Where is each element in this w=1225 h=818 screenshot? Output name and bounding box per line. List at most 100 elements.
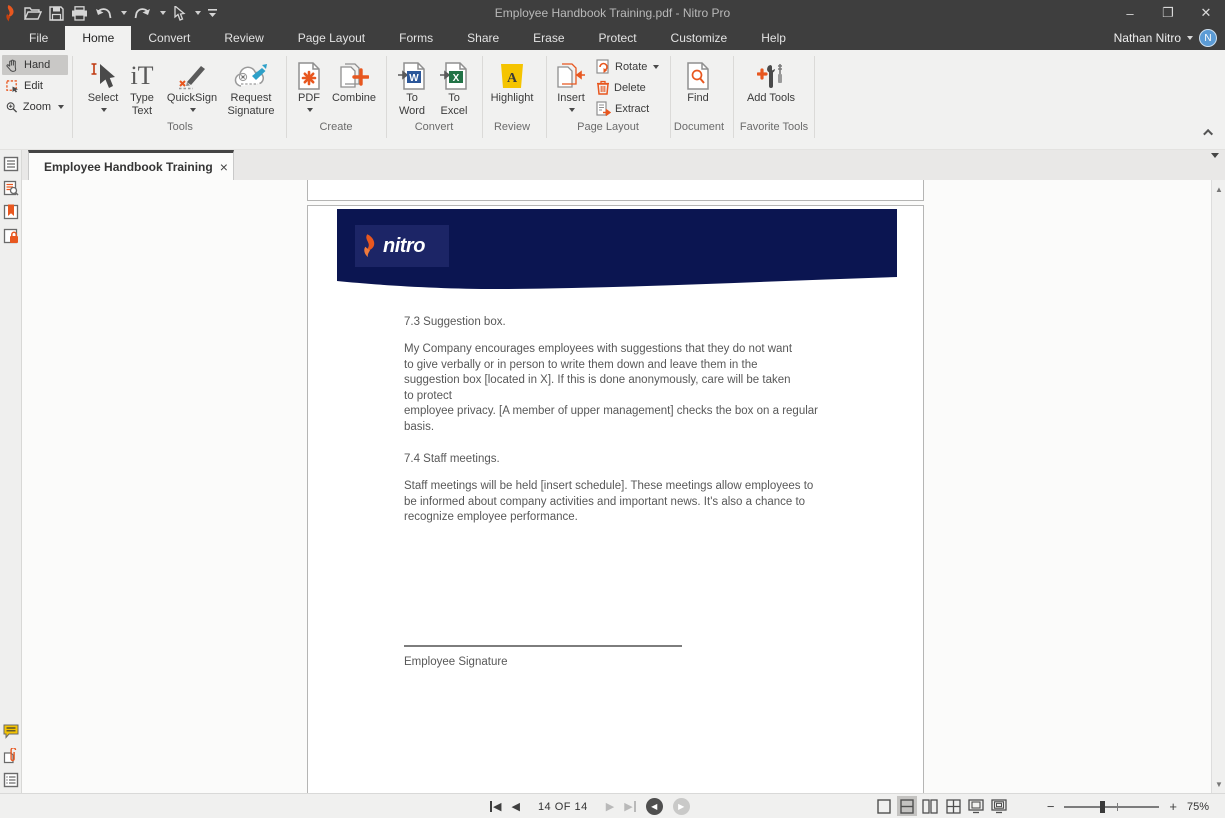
extract-button[interactable]: Extract	[596, 98, 659, 119]
favorite-tools-group-label: Favorite Tools	[736, 121, 812, 136]
delete-label: Delete	[614, 82, 646, 94]
chevron-up-icon	[1203, 128, 1213, 138]
page-indicator[interactable]: 14 OF 14	[538, 801, 588, 813]
insert-button[interactable]: Insert	[552, 56, 590, 112]
hand-tool-label: Hand	[24, 59, 50, 71]
add-tools-button[interactable]: Add Tools	[744, 56, 798, 105]
menu-tab-page-layout[interactable]: Page Layout	[281, 26, 382, 50]
quicksign-icon	[177, 56, 207, 90]
next-page-button[interactable]: ▶	[606, 800, 614, 813]
page-13-bottom-edge	[307, 180, 924, 201]
collapse-ribbon-button[interactable]	[1201, 126, 1217, 138]
find-icon	[686, 56, 710, 90]
hand-tool-button[interactable]: Hand	[2, 55, 68, 75]
document-tab[interactable]: Employee Handbook Training ×	[28, 150, 234, 180]
delete-button[interactable]: Delete	[596, 77, 659, 98]
quad-pages-view-button[interactable]	[943, 796, 963, 816]
facing-pages-view-button[interactable]	[920, 796, 940, 816]
create-pdf-button[interactable]: PDF	[292, 56, 326, 112]
menu-tab-file[interactable]: File	[12, 26, 65, 50]
first-page-button[interactable]: ◀	[490, 800, 501, 813]
close-button[interactable]: ✕	[1187, 0, 1225, 26]
account-dropdown-arrow-icon	[1187, 36, 1193, 40]
type-text-button[interactable]: iT Type Text	[120, 56, 164, 118]
ribbon: Hand Edit Zoom Select iT Type Text	[0, 50, 1225, 150]
window-title: Employee Handbook Training.pdf - Nitro P…	[0, 0, 1225, 26]
type-text-label: Type Text	[120, 92, 164, 118]
last-page-button[interactable]: ▶	[624, 800, 635, 813]
section-paragraph: My Company encourages employees with sug…	[404, 342, 818, 435]
page-layout-small-buttons: Rotate Delete Extract	[596, 56, 659, 119]
rotate-button[interactable]: Rotate	[596, 56, 659, 77]
menu-tab-help[interactable]: Help	[744, 26, 803, 50]
menu-tab-home[interactable]: Home	[65, 26, 131, 50]
svg-text:A: A	[507, 71, 518, 86]
zoom-slider[interactable]	[1064, 799, 1159, 815]
tools-group-label: Tools	[80, 121, 280, 136]
account-menu[interactable]: Nathan Nitro N	[1114, 26, 1217, 50]
quicksign-button[interactable]: QuickSign	[164, 56, 220, 112]
hand-icon	[6, 59, 19, 72]
highlight-icon: A	[498, 56, 526, 90]
fit-page-view-button[interactable]	[989, 796, 1009, 816]
menu-tab-erase[interactable]: Erase	[516, 26, 581, 50]
page-layout-group-label: Page Layout	[552, 121, 664, 136]
nitro-logo: nitro	[355, 225, 449, 267]
search-panel-button[interactable]	[3, 180, 19, 196]
section-heading: 7.4 Staff meetings.	[404, 453, 500, 465]
zoom-in-button[interactable]: +	[1169, 799, 1177, 814]
zoom-controls: − + 75%	[1047, 794, 1215, 818]
comments-panel-button[interactable]	[3, 724, 19, 740]
menu-tab-convert[interactable]: Convert	[131, 26, 207, 50]
document-tab-strip: Employee Handbook Training ×	[22, 150, 1225, 180]
fit-width-view-button[interactable]	[966, 796, 986, 816]
select-icon	[90, 56, 116, 90]
vertical-scrollbar[interactable]: ▲ ▼	[1211, 180, 1225, 793]
zoom-out-button[interactable]: −	[1047, 799, 1055, 814]
scroll-up-icon[interactable]: ▲	[1212, 182, 1225, 196]
single-page-view-button[interactable]	[874, 796, 894, 816]
select-label: Select	[88, 92, 119, 105]
extract-icon	[596, 101, 611, 116]
review-group-label: Review	[486, 121, 538, 136]
title-bar: Employee Handbook Training.pdf - Nitro P…	[0, 0, 1225, 26]
zoom-level[interactable]: 75%	[1187, 801, 1215, 813]
zoom-tool-button[interactable]: Zoom	[2, 97, 68, 117]
to-word-label: To Word	[392, 92, 432, 118]
document-viewer[interactable]: nitro 7.3 Suggestion box. My Company enc…	[22, 180, 1211, 793]
edit-tool-button[interactable]: Edit	[2, 76, 68, 96]
layers-panel-button[interactable]	[3, 772, 19, 788]
continuous-view-button[interactable]	[897, 796, 917, 816]
next-view-button[interactable]: ▶	[673, 798, 690, 815]
zoom-slider-thumb[interactable]	[1100, 801, 1105, 813]
bookmarks-panel-button[interactable]	[3, 204, 19, 220]
pages-panel-button[interactable]	[3, 156, 19, 172]
tab-list-dropdown[interactable]	[1211, 158, 1219, 176]
scroll-down-icon[interactable]: ▼	[1212, 777, 1225, 791]
menu-tab-customize[interactable]: Customize	[654, 26, 745, 50]
menu-tab-forms[interactable]: Forms	[382, 26, 450, 50]
request-signature-button[interactable]: Request Signature	[220, 56, 282, 118]
previous-view-button[interactable]: ◀	[646, 798, 663, 815]
combine-label: Combine	[332, 92, 376, 105]
maximize-button[interactable]: ❐	[1149, 0, 1187, 26]
menu-tab-review[interactable]: Review	[207, 26, 280, 50]
nitro-pro-window: Employee Handbook Training.pdf - Nitro P…	[0, 0, 1225, 818]
combine-button[interactable]: Combine	[328, 56, 380, 105]
add-tools-label: Add Tools	[747, 92, 795, 105]
tab-close-icon[interactable]: ×	[220, 160, 228, 174]
minimize-button[interactable]: –	[1111, 0, 1149, 26]
edit-icon	[6, 80, 19, 93]
menu-tab-protect[interactable]: Protect	[582, 26, 654, 50]
security-panel-button[interactable]	[3, 228, 19, 244]
menu-tab-share[interactable]: Share	[450, 26, 516, 50]
attachments-panel-button[interactable]	[3, 748, 19, 764]
avatar[interactable]: N	[1199, 29, 1217, 47]
find-button[interactable]: Find	[676, 56, 720, 105]
select-dropdown-arrow-icon	[101, 108, 107, 112]
previous-page-button[interactable]: ◀	[511, 800, 519, 813]
to-word-button[interactable]: W To Word	[392, 56, 432, 118]
to-excel-button[interactable]: X To Excel	[434, 56, 474, 118]
highlight-button[interactable]: A Highlight	[486, 56, 538, 105]
page-14[interactable]: nitro 7.3 Suggestion box. My Company enc…	[307, 205, 924, 793]
